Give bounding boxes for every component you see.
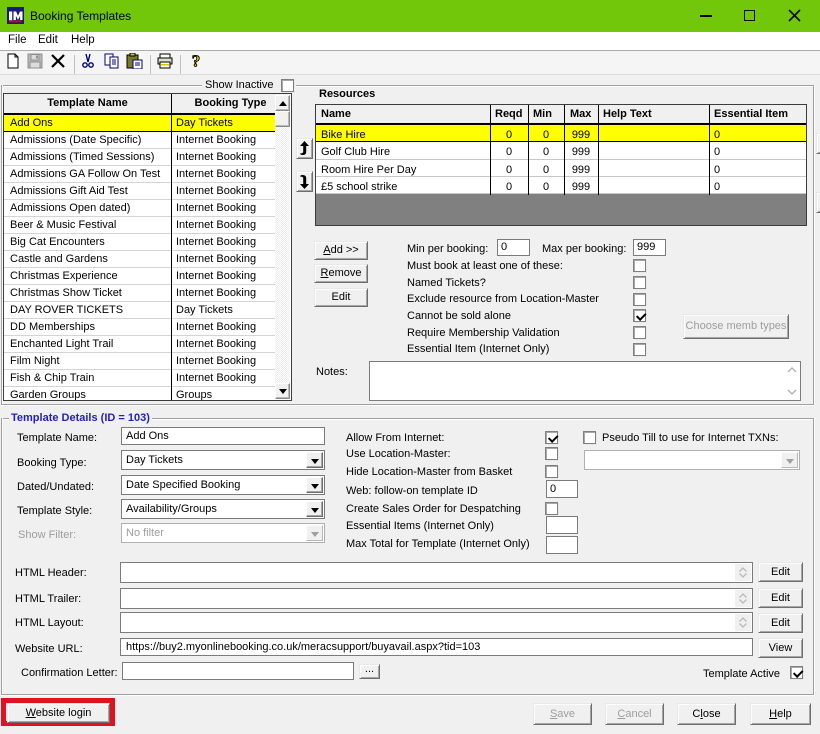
svg-text:?: ? [192,52,201,70]
